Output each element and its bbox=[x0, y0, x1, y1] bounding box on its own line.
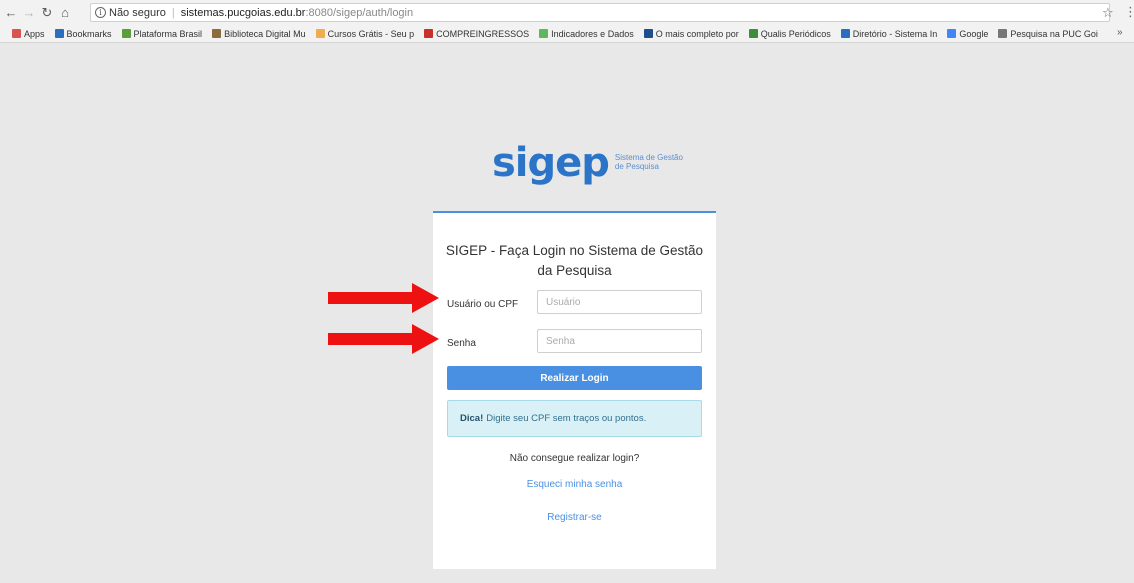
tip-strong: Dica! bbox=[460, 413, 484, 424]
bookmark-favicon-icon bbox=[539, 29, 549, 38]
reload-icon[interactable]: ↻ bbox=[40, 3, 54, 23]
bookmark-label: Indicadores e Dados bbox=[551, 28, 634, 39]
bookmark-star-icon[interactable]: ☆ bbox=[1102, 5, 1114, 21]
logo-wordmark: sigep bbox=[492, 140, 610, 186]
bookmark-item[interactable]: Google bbox=[947, 29, 988, 39]
bookmark-item[interactable]: Bookmarks bbox=[54, 28, 112, 39]
bookmark-item[interactable]: Qualis Periódicos bbox=[748, 28, 831, 39]
back-icon[interactable]: ← bbox=[4, 3, 18, 23]
login-button[interactable]: Realizar Login bbox=[447, 366, 702, 390]
bookmark-item[interactable]: Cursos Grátis - Seu p bbox=[315, 28, 415, 39]
login-title: SIGEP - Faça Login no Sistema de Gestão … bbox=[445, 243, 704, 278]
logo-subtitle-line1: Sistema de Gestão bbox=[614, 153, 683, 162]
bookmark-favicon-icon bbox=[121, 29, 131, 38]
bookmark-label: Diretório - Sistema In bbox=[852, 28, 938, 39]
bookmark-favicon-icon bbox=[424, 29, 434, 38]
login-card: SIGEP - Faça Login no Sistema de Gestão … bbox=[433, 211, 716, 569]
logo-subtitle-line2: de Pesquisa bbox=[614, 162, 659, 171]
bookmark-item[interactable]: Apps bbox=[12, 29, 45, 39]
bookmark-favicon-icon bbox=[212, 29, 222, 38]
bookmark-item[interactable]: Indicadores e Dados bbox=[539, 29, 634, 39]
security-label: Não seguro bbox=[109, 6, 166, 19]
bookmark-favicon-icon bbox=[947, 29, 957, 38]
bookmark-label: Bookmarks bbox=[66, 28, 112, 39]
bookmark-label: Qualis Periódicos bbox=[760, 28, 831, 39]
tip-alert: Dica! Digite seu CPF sem traços ou ponto… bbox=[447, 400, 702, 437]
bookmarks-bar: Apps Bookmarks Plataforma Brasil Biblioteca… bbox=[0, 25, 1134, 43]
bookmark-item[interactable]: Pesquisa na PUC Goi bbox=[998, 29, 1098, 39]
bookmark-favicon-icon bbox=[998, 29, 1008, 38]
home-icon[interactable]: ⌂ bbox=[58, 3, 72, 23]
help-question: Não consegue realizar login? bbox=[509, 453, 640, 464]
bookmark-label: Google bbox=[959, 28, 989, 39]
bookmark-label: Pesquisa na PUC Goi bbox=[1010, 28, 1098, 39]
address-bar[interactable]: i Não seguro | sistemas.pucgoias.edu.br:… bbox=[90, 3, 1110, 22]
logo-subtitle: Sistema de Gestão de Pesquisa bbox=[615, 153, 683, 171]
bookmark-favicon-icon bbox=[748, 29, 758, 38]
password-label: Senha bbox=[447, 338, 476, 349]
user-label: Usuário ou CPF bbox=[447, 299, 519, 310]
bookmark-favicon-icon bbox=[12, 29, 21, 38]
info-icon[interactable]: i bbox=[95, 7, 106, 18]
browser-menu-icon[interactable]: ⋮ bbox=[1124, 4, 1134, 20]
sigep-logo: sigep Sistema de Gestão de Pesquisa bbox=[492, 143, 683, 183]
url-path: :8080/sigep/auth/login bbox=[305, 6, 414, 19]
browser-toolbar: ← → ↻ ⌂ i Não seguro | sistemas.pucgoias… bbox=[0, 0, 1134, 25]
bookmark-label: Apps bbox=[24, 28, 45, 39]
arrow-to-password-field-icon bbox=[328, 324, 439, 354]
bookmark-favicon-icon bbox=[840, 29, 850, 38]
bookmark-label: Cursos Grátis - Seu p bbox=[327, 28, 415, 39]
tip-text: Digite seu CPF sem traços ou pontos. bbox=[486, 413, 647, 424]
bookmark-item[interactable]: O mais completo por bbox=[643, 28, 739, 39]
register-link[interactable]: Registrar-se bbox=[433, 512, 716, 523]
bookmark-item[interactable]: Biblioteca Digital Mu bbox=[212, 29, 306, 39]
user-input[interactable] bbox=[537, 290, 702, 314]
bookmark-item[interactable]: Diretório - Sistema In bbox=[840, 28, 938, 39]
bookmark-item[interactable]: COMPREINGRESSOS bbox=[424, 29, 529, 39]
bookmark-item[interactable]: Plataforma Brasil bbox=[121, 28, 203, 39]
bookmark-label: Biblioteca Digital Mu bbox=[224, 28, 306, 39]
bookmarks-overflow-icon[interactable]: » bbox=[1117, 27, 1123, 38]
bookmark-label: O mais completo por bbox=[655, 28, 739, 39]
bookmark-favicon-icon bbox=[54, 29, 64, 38]
forgot-password-link[interactable]: Esqueci minha senha bbox=[433, 479, 716, 490]
bookmark-label: Plataforma Brasil bbox=[133, 28, 203, 39]
bookmark-favicon-icon bbox=[643, 29, 653, 38]
forward-icon[interactable]: → bbox=[22, 3, 36, 23]
url-host: sistemas.pucgoias.edu.br bbox=[180, 6, 306, 19]
arrow-to-user-field-icon bbox=[328, 283, 439, 313]
password-input[interactable] bbox=[537, 329, 702, 353]
address-separator: | bbox=[171, 6, 175, 19]
bookmark-label: COMPREINGRESSOS bbox=[436, 28, 530, 39]
bookmark-favicon-icon bbox=[315, 29, 325, 38]
